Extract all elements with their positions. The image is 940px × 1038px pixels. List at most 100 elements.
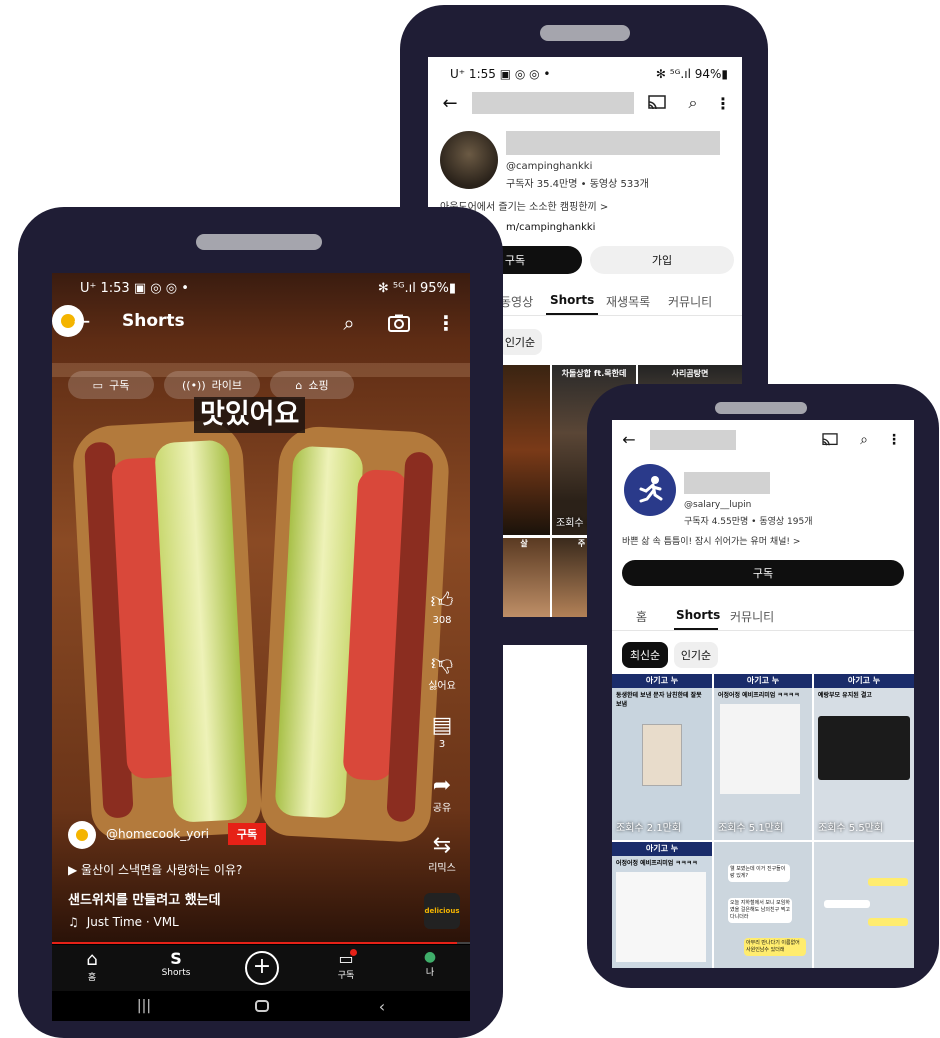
music-note-icon: ♫ (68, 915, 79, 929)
dislike-button[interactable]: 👎︎ 싫어요 (422, 651, 462, 692)
chat-bubble (824, 900, 870, 908)
create-plus-icon: + (245, 951, 279, 985)
channel-avatar (440, 131, 498, 189)
short-thumbnail[interactable]: 아기고 누 어정어정 에비프리미엄 ㅋㅋㅋㅋ (612, 842, 712, 968)
share-button[interactable]: ➦ 공유 (422, 773, 462, 814)
short-thumbnail[interactable]: 아기고 누 예랑부모 유지된 결고 조회수 5.5만회 (814, 674, 914, 840)
back-button-icon[interactable]: ‹ (370, 995, 394, 1017)
short-thumbnail[interactable]: 아기고 누 어정어정 에비프리미엄 ㅋㅋㅋㅋ 조회수 5.1만회 (714, 674, 812, 840)
nav-label: 나 (425, 968, 435, 978)
short-thumbnail[interactable] (498, 365, 550, 535)
thumbnail-title: 동생한테 보낸 문자 남친한테 잘못 보냄 (616, 692, 702, 708)
channel-avatar[interactable] (68, 821, 96, 849)
phone-lupin: ← ⌕ ⋮ @salary__lupin 구독자 4.55만명 • 동영상 19… (587, 384, 939, 988)
nav-you[interactable]: ● 나 (400, 949, 460, 978)
channel-stats: 구독자 4.55만명 • 동영상 195개 (684, 517, 813, 527)
phone-shorts: U⁺ 1:53 ▣ ◎ ◎ • ✻ ⁵ᴳ.ıl 95%▮ ← Shorts ⌕ … (18, 207, 503, 1038)
camera-icon[interactable] (386, 311, 412, 335)
thumbnail-banner-text: 아기고 누 (645, 676, 679, 685)
chat-bubble: 오늘 지하철에서 보니 모임하였을 걸은해도 남의친구 찍고 다니더라 (728, 898, 792, 923)
runner-logo-icon (639, 476, 663, 503)
pill-label: 구독 (109, 379, 130, 392)
thumbnail-photo (642, 724, 682, 786)
more-vert-icon[interactable]: ⋮ (712, 92, 734, 114)
short-thumbnail[interactable]: 아기고 누 동생한테 보낸 문자 남친한테 잘못 보냄 조회수 2.1만회 (612, 674, 712, 840)
thumbs-down-icon: 👎︎ (430, 651, 454, 676)
pill-live[interactable]: ((•)) 라이브 (164, 371, 260, 399)
remix-button[interactable]: ⇆ 리믹스 (422, 833, 462, 874)
back-arrow-icon[interactable]: ← (70, 309, 94, 333)
shorts-icon: S (170, 949, 182, 968)
subscribe-button[interactable]: 구독 (228, 823, 266, 845)
search-icon[interactable]: ⌕ (682, 92, 704, 114)
channel-name-redacted (650, 430, 736, 450)
like-count: 308 (432, 615, 452, 626)
short-thumbnail[interactable] (814, 842, 914, 968)
related-video-link[interactable]: ▶ 울산이 스낵면을 사랑하는 이유? (68, 861, 242, 878)
home-button-icon[interactable] (250, 995, 274, 1017)
status-left: U⁺ 1:53 ▣ ◎ ◎ • (80, 280, 189, 296)
channel-handle[interactable]: @homecook_yori (106, 827, 209, 841)
short-thumbnail[interactable]: 웰 보였는데 이거 진구들이랑 있게? 오늘 지하철에서 보니 모임하였을 걸은… (714, 842, 812, 968)
nav-subscriptions[interactable]: ▭ 구독 (316, 949, 376, 981)
more-vert-icon[interactable]: ⋮ (436, 311, 456, 335)
remix-icon: ⇆ (432, 833, 452, 858)
cast-icon[interactable] (820, 430, 840, 450)
video-title: 샌드위치를 만들려고 했는데 (68, 893, 221, 908)
search-icon[interactable]: ⌕ (854, 430, 874, 450)
pill-shopping[interactable]: ⌂ 쇼핑 (270, 371, 354, 399)
sort-chip-popular[interactable]: 인기순 (498, 329, 542, 355)
view-count: 조회수 5.5만회 (818, 823, 884, 834)
share-label: 공유 (432, 803, 452, 814)
channel-link[interactable]: m/campinghankki (506, 222, 595, 233)
shorts-player-screen: U⁺ 1:53 ▣ ◎ ◎ • ✻ ⁵ᴳ.ıl 95%▮ ← Shorts ⌕ … (52, 273, 470, 1021)
nav-shorts[interactable]: S Shorts (146, 949, 206, 978)
view-count: 조회수 5.1만회 (718, 823, 784, 834)
subscribe-button[interactable]: 구독 (622, 560, 904, 586)
more-vert-icon[interactable]: ⋮ (884, 430, 904, 450)
short-thumbnail[interactable]: 살 (498, 538, 550, 617)
thumbnail-banner-text: 아기고 누 (746, 676, 780, 685)
back-arrow-icon[interactable]: ← (438, 91, 462, 115)
thumbnail-banner-text: 아기고 누 (847, 676, 881, 685)
join-button[interactable]: 가입 (590, 246, 734, 274)
tab-shorts[interactable]: Shorts (550, 293, 594, 307)
sandwich-left-image (71, 418, 263, 842)
nav-create[interactable]: + (232, 951, 292, 985)
tab-videos[interactable]: 동영상 (500, 293, 533, 310)
music-title: Just Time · VML (86, 915, 179, 929)
tab-shorts[interactable]: Shorts (676, 608, 720, 622)
sort-chip-latest[interactable]: 최신순 (622, 642, 668, 668)
sound-channel-thumbnail[interactable]: delicious (424, 893, 460, 929)
recent-apps-icon[interactable]: ||| (132, 995, 156, 1017)
search-icon[interactable]: ⌕ (336, 311, 362, 335)
pill-subscriptions[interactable]: ▭ 구독 (68, 371, 154, 399)
chat-bubble (868, 878, 908, 886)
thumbnail-banner-text: 아기고 누 (645, 844, 679, 853)
progress-track[interactable] (52, 942, 470, 944)
tab-home[interactable]: 홈 (636, 608, 647, 625)
status-bar: U⁺ 1:55 ▣ ◎ ◎ • ✻ ⁵ᴳ.ıl 94%▮ (428, 61, 742, 87)
thumbnail-title: 예랑부모 유지된 결고 (818, 692, 872, 699)
sort-chip-popular[interactable]: 인기순 (674, 642, 718, 668)
comments-button[interactable]: ▤ 3 (422, 713, 462, 750)
thumbnail-title: 차돌상합 ft.목한데 (561, 369, 627, 378)
tab-community[interactable]: 커뮤니티 (668, 293, 712, 310)
lupin-channel-screen: ← ⌕ ⋮ @salary__lupin 구독자 4.55만명 • 동영상 19… (612, 420, 914, 968)
chat-bubble: 웰 보였는데 이거 진구들이랑 있게? (728, 864, 790, 882)
cast-icon[interactable] (646, 93, 668, 113)
channel-avatar (624, 464, 676, 516)
music-row[interactable]: ♫ Just Time · VML (68, 915, 179, 929)
tab-playlists[interactable]: 재생목록 (606, 293, 650, 310)
like-button[interactable]: 👍︎ 308 (422, 589, 462, 626)
channel-name-redacted (472, 92, 634, 114)
tab-community[interactable]: 커뮤니티 (730, 608, 774, 625)
live-icon: ((•)) (181, 378, 206, 392)
subscriptions-icon: ▭ (92, 378, 104, 392)
phone-speaker (715, 402, 807, 414)
nav-home[interactable]: ⌂ 홈 (62, 949, 122, 983)
thumbnail-chat (720, 704, 800, 794)
pill-label: 쇼핑 (308, 379, 329, 392)
channel-description[interactable]: 바쁜 삶 속 틈틈이! 잠시 쉬어가는 유머 채널! > (622, 534, 800, 547)
back-arrow-icon[interactable]: ← (618, 428, 640, 450)
